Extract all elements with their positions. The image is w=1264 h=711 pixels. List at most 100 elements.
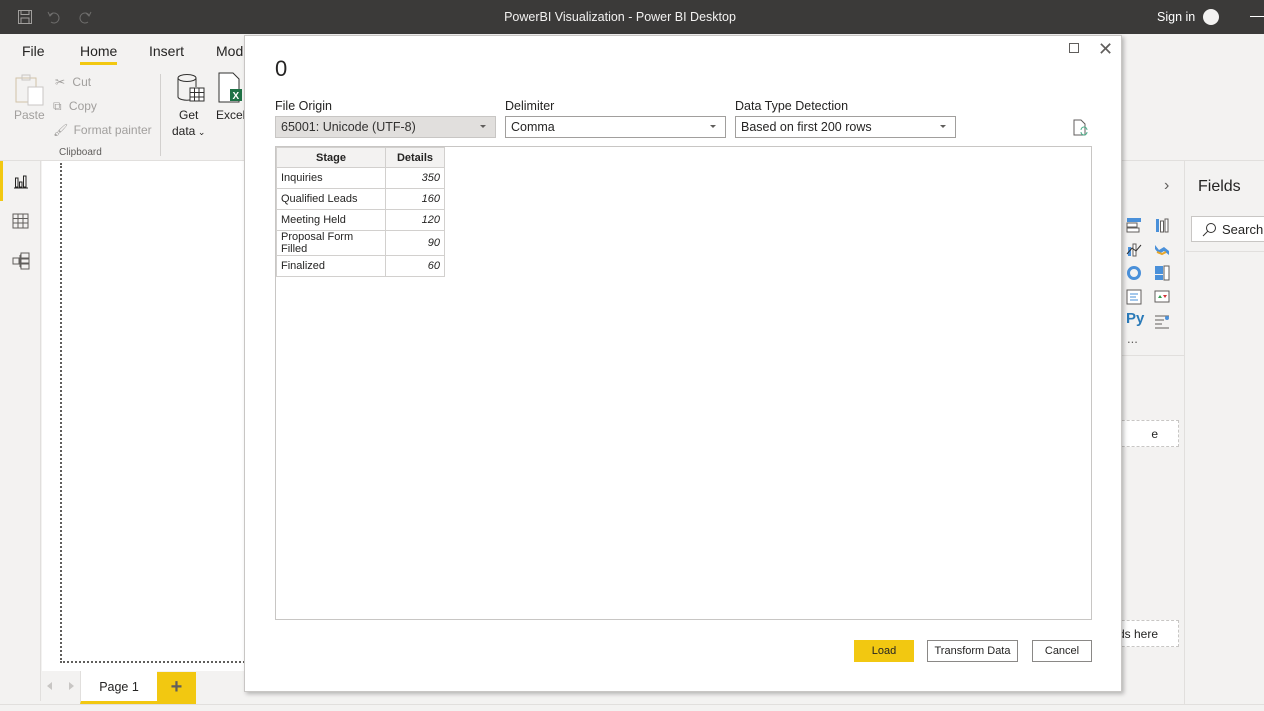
- table-row: Qualified Leads 160: [276, 188, 445, 210]
- file-origin-select[interactable]: 65001: Unicode (UTF-8): [275, 116, 496, 138]
- python-visual-icon[interactable]: Py: [1126, 310, 1144, 327]
- fields-pane: Fields Search: [1186, 161, 1264, 704]
- details-cell: 60: [385, 255, 445, 277]
- treemap-icon[interactable]: [1154, 265, 1170, 281]
- scissors-icon: ✂: [55, 75, 66, 89]
- csv-import-dialog: 0 ✕ File Origin 65001: Unicode (UTF-8) D…: [244, 35, 1122, 692]
- avatar[interactable]: [1203, 9, 1219, 25]
- details-cell: 120: [385, 209, 445, 231]
- svg-text:X: X: [233, 91, 240, 102]
- stage-cell: Meeting Held: [276, 209, 386, 231]
- tab-insert[interactable]: Insert: [149, 43, 184, 59]
- fields-search-input[interactable]: Search: [1191, 216, 1264, 242]
- stage-cell: Inquiries: [276, 167, 386, 189]
- donut-chart-icon[interactable]: [1126, 265, 1142, 281]
- preview-table: Stage Details Inquiries 350 Qualified Lea…: [276, 147, 445, 277]
- search-icon: [1202, 223, 1216, 237]
- ribbon-chart-icon[interactable]: [1154, 241, 1170, 257]
- cut-label: Cut: [72, 75, 92, 89]
- sign-in-link[interactable]: Sign in: [1157, 10, 1195, 24]
- line-column-chart-icon[interactable]: [1126, 241, 1142, 257]
- stacked-bar-chart-icon[interactable]: [1126, 217, 1142, 233]
- copy-label: Copy: [68, 99, 97, 113]
- table-row: Proposal Form Filled 90: [276, 230, 445, 256]
- scroll-left-icon[interactable]: [47, 682, 52, 690]
- format-painter-label: Format painter: [73, 123, 152, 137]
- ribbon-separator: [160, 74, 161, 156]
- page-tabs: Page 1 +: [41, 671, 261, 704]
- report-page[interactable]: [60, 163, 260, 663]
- report-canvas[interactable]: [42, 161, 260, 671]
- view-switcher: [0, 161, 41, 701]
- chevron-down-icon: [940, 125, 946, 128]
- right-panels: › Py ... e elds here Fields Search: [1102, 161, 1264, 704]
- cut-button[interactable]: ✂ Cut: [55, 75, 91, 89]
- visualizations-pane: › Py ... e elds here: [1102, 161, 1185, 704]
- data-type-detection-value: Based on first 200 rows: [741, 120, 872, 134]
- delimiter-label: Delimiter: [505, 99, 555, 113]
- paste-icon: [15, 74, 44, 106]
- data-type-detection-select[interactable]: Based on first 200 rows: [735, 116, 956, 138]
- load-button[interactable]: Load: [854, 640, 914, 662]
- chevron-down-icon: [710, 125, 716, 128]
- tab-file[interactable]: File: [22, 43, 45, 59]
- pane-divider: [1186, 251, 1264, 252]
- status-bar: [0, 704, 1264, 711]
- key-influencers-icon[interactable]: [1154, 313, 1170, 329]
- add-page-button[interactable]: +: [157, 672, 196, 704]
- file-origin-label: File Origin: [275, 99, 332, 113]
- stage-cell: Qualified Leads: [276, 188, 386, 210]
- paste-label: Paste: [14, 108, 45, 122]
- table-header-row: Stage Details: [276, 147, 445, 168]
- table-row: Inquiries 350: [276, 167, 445, 189]
- brush-icon: 🖌: [53, 123, 69, 137]
- refresh-preview-icon[interactable]: [1073, 119, 1089, 137]
- clipboard-group-label: Clipboard: [59, 147, 102, 158]
- data-view-button[interactable]: [0, 201, 41, 241]
- column-header-stage: Stage: [276, 147, 386, 168]
- format-painter-button[interactable]: 🖌 Format painter: [53, 123, 152, 137]
- bar-chart-icon: [14, 175, 28, 189]
- close-button[interactable]: ✕: [1098, 39, 1113, 60]
- table-row: Finalized 60: [276, 255, 445, 277]
- column-header-details: Details: [385, 147, 445, 168]
- model-view-button[interactable]: [0, 241, 41, 281]
- report-view-button[interactable]: [0, 161, 41, 201]
- dialog-title: 0: [275, 56, 288, 81]
- copy-button[interactable]: ⧉ Copy: [53, 99, 97, 114]
- scroll-right-icon[interactable]: [69, 682, 74, 690]
- chevron-down-icon: [480, 125, 486, 128]
- kpi-icon[interactable]: [1154, 289, 1170, 305]
- delimiter-select[interactable]: Comma: [505, 116, 726, 138]
- details-cell: 160: [385, 188, 445, 210]
- data-type-detection-label: Data Type Detection: [735, 99, 849, 113]
- title-bar: PowerBI Visualization - Power BI Desktop…: [0, 0, 1264, 34]
- details-cell: 90: [385, 230, 445, 256]
- chevron-right-icon[interactable]: ›: [1164, 177, 1169, 195]
- page-tab[interactable]: Page 1: [80, 671, 157, 704]
- pane-divider: [1122, 355, 1185, 356]
- cancel-button[interactable]: Cancel: [1032, 640, 1092, 662]
- delimiter-value: Comma: [511, 120, 555, 134]
- table-icon: [12, 213, 29, 229]
- search-placeholder: Search: [1222, 222, 1264, 237]
- tab-modeling[interactable]: Mod: [216, 43, 243, 59]
- stage-cell: Finalized: [276, 255, 386, 277]
- transform-data-button[interactable]: Transform Data: [927, 640, 1018, 662]
- database-icon: [177, 74, 205, 102]
- details-cell: 350: [385, 167, 445, 189]
- excel-label: Excel: [216, 108, 246, 122]
- get-data-label-2: data ⌄: [172, 124, 206, 138]
- maximize-button[interactable]: [1069, 43, 1079, 53]
- stage-cell: Proposal Form Filled: [276, 230, 386, 256]
- model-icon: [12, 252, 30, 270]
- minimize-button[interactable]: [1250, 16, 1264, 17]
- slicer-icon[interactable]: [1126, 289, 1142, 305]
- close-icon: ✕: [1098, 39, 1114, 59]
- copy-icon: ⧉: [53, 99, 62, 113]
- stacked-column-chart-icon[interactable]: [1154, 217, 1170, 233]
- tab-home[interactable]: Home: [80, 43, 118, 65]
- more-visuals-icon[interactable]: ...: [1127, 331, 1138, 346]
- fields-title: Fields: [1198, 178, 1241, 195]
- excel-icon: X: [218, 72, 242, 103]
